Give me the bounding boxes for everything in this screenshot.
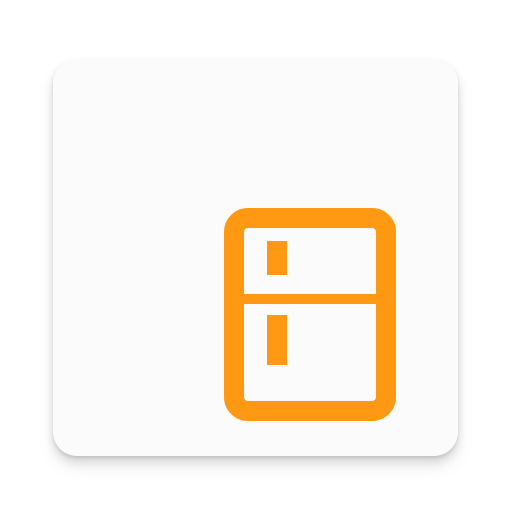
app-icon-tile[interactable] bbox=[53, 59, 458, 456]
fridge-icon bbox=[224, 208, 396, 421]
app-icon-canvas bbox=[0, 0, 512, 512]
